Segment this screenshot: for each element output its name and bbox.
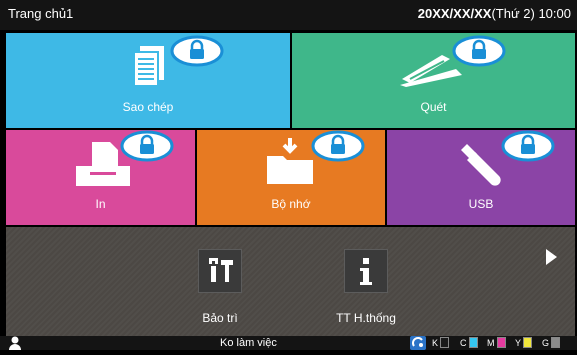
nfc-icon bbox=[410, 336, 426, 350]
info-icon bbox=[360, 258, 372, 285]
lock-icon bbox=[170, 35, 224, 67]
screen-title: Trang chủ1 bbox=[8, 6, 74, 21]
weekday-value: (Thứ 2) bbox=[491, 6, 535, 21]
maintenance-button[interactable] bbox=[198, 249, 242, 293]
top-bar: Trang chủ1 20XX/XX/XX(Thứ 2) 10:00 bbox=[0, 0, 577, 30]
usb-label: USB bbox=[468, 197, 494, 211]
system-info-label: TT H.thống bbox=[336, 311, 396, 325]
lock-icon bbox=[311, 130, 365, 162]
copy-label: Sao chép bbox=[122, 100, 174, 114]
tools-panel: Bảo trì TT H.thống bbox=[6, 227, 575, 336]
ink-y-level bbox=[523, 337, 533, 348]
lock-icon bbox=[501, 130, 555, 162]
time-value: 10:00 bbox=[538, 6, 571, 21]
storage-label: Bộ nhớ bbox=[271, 197, 311, 211]
print-label: In bbox=[95, 197, 106, 211]
status-bar: Ko làm việc K C M Y G bbox=[0, 336, 577, 350]
date-value: 20XX/XX/XX bbox=[417, 6, 492, 21]
user-icon[interactable] bbox=[8, 336, 22, 350]
lock-icon bbox=[452, 35, 506, 67]
ink-k-level bbox=[440, 337, 450, 348]
lock-icon bbox=[120, 130, 174, 162]
scan-tile[interactable]: Quét bbox=[292, 33, 575, 128]
system-info-button[interactable] bbox=[344, 249, 388, 293]
ink-g-level bbox=[551, 337, 561, 348]
ink-y: Y bbox=[515, 337, 533, 349]
usb-drive-icon bbox=[461, 144, 501, 186]
ink-c-level bbox=[468, 337, 478, 348]
next-page-arrow[interactable] bbox=[546, 249, 557, 265]
ink-m-level bbox=[496, 337, 506, 348]
scan-label: Quét bbox=[420, 100, 447, 114]
print-tile[interactable]: In bbox=[6, 130, 195, 225]
machine-status: Ko làm việc bbox=[220, 337, 277, 349]
copy-document-icon bbox=[134, 46, 164, 87]
ink-k: K bbox=[432, 337, 450, 349]
maintenance-label: Bảo trì bbox=[202, 311, 238, 325]
copy-tile[interactable]: Sao chép bbox=[6, 33, 290, 128]
ink-g: G bbox=[542, 337, 561, 349]
ink-c: C bbox=[460, 337, 478, 349]
home-screen: Trang chủ1 20XX/XX/XX(Thứ 2) 10:00 Sao c… bbox=[0, 0, 577, 350]
tools-icon bbox=[209, 258, 233, 282]
storage-tile[interactable]: Bộ nhớ bbox=[197, 130, 385, 225]
usb-tile[interactable]: USB bbox=[387, 130, 575, 225]
date-time: 20XX/XX/XX(Thứ 2) 10:00 bbox=[418, 6, 571, 21]
folder-download-icon bbox=[267, 138, 313, 184]
ink-m: M bbox=[487, 337, 506, 349]
